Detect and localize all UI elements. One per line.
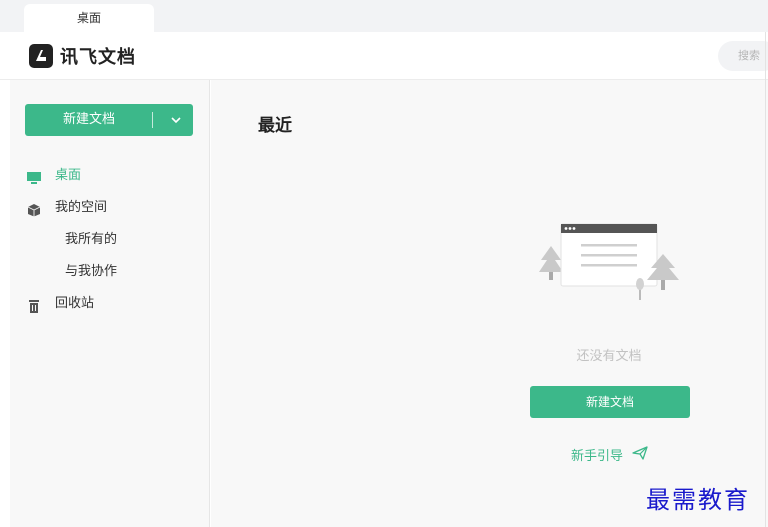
empty-state-text: 还没有文档 (576, 349, 642, 364)
cube-icon (26, 201, 42, 217)
search-input[interactable]: 搜索 (718, 41, 768, 71)
empty-illustration (539, 218, 683, 306)
sidebar-item-label: 回收站 (55, 296, 95, 311)
sidebar-item-label: 桌面 (55, 168, 82, 183)
page-title: 最近 (258, 116, 292, 136)
sidebar-item-label: 我所有的 (65, 232, 118, 247)
app-header: 讯飞文档 搜索 (0, 32, 768, 80)
main-content: 最近 还没有文档 新建文档 新手引导 (211, 80, 768, 527)
send-icon (632, 446, 648, 460)
chevron-down-icon[interactable] (163, 104, 189, 136)
sidebar-item-mine[interactable]: 我所有的 (10, 227, 209, 253)
monitor-icon (26, 169, 42, 184)
guide-label: 新手引导 (571, 449, 624, 464)
create-document-button[interactable]: 新建文档 (530, 386, 690, 418)
sidebar-item-desktop[interactable]: 桌面 (10, 163, 209, 189)
logo-icon (29, 44, 53, 68)
beginner-guide-link[interactable]: 新手引导 (571, 445, 648, 464)
window-edge (765, 32, 766, 527)
sidebar-item-shared[interactable]: 与我协作 (10, 259, 209, 285)
sidebar: 新建文档 桌面 我的空间 我所有的 与我协作 回收站 (10, 80, 210, 527)
sidebar-item-my-space[interactable]: 我的空间 (10, 195, 209, 221)
sidebar-item-label: 我的空间 (55, 200, 108, 215)
new-document-label: 新建文档 (62, 112, 115, 127)
sidebar-item-label: 与我协作 (65, 264, 118, 279)
button-divider (152, 112, 153, 128)
watermark: 最需教育 (646, 486, 750, 514)
tab-desktop[interactable]: 桌面 (24, 4, 154, 32)
tab-strip: 桌面 (0, 0, 768, 32)
trash-icon (26, 297, 42, 313)
new-document-button[interactable]: 新建文档 (25, 104, 193, 136)
sidebar-item-trash[interactable]: 回收站 (10, 291, 209, 317)
app-name: 讯飞文档 (60, 47, 136, 68)
